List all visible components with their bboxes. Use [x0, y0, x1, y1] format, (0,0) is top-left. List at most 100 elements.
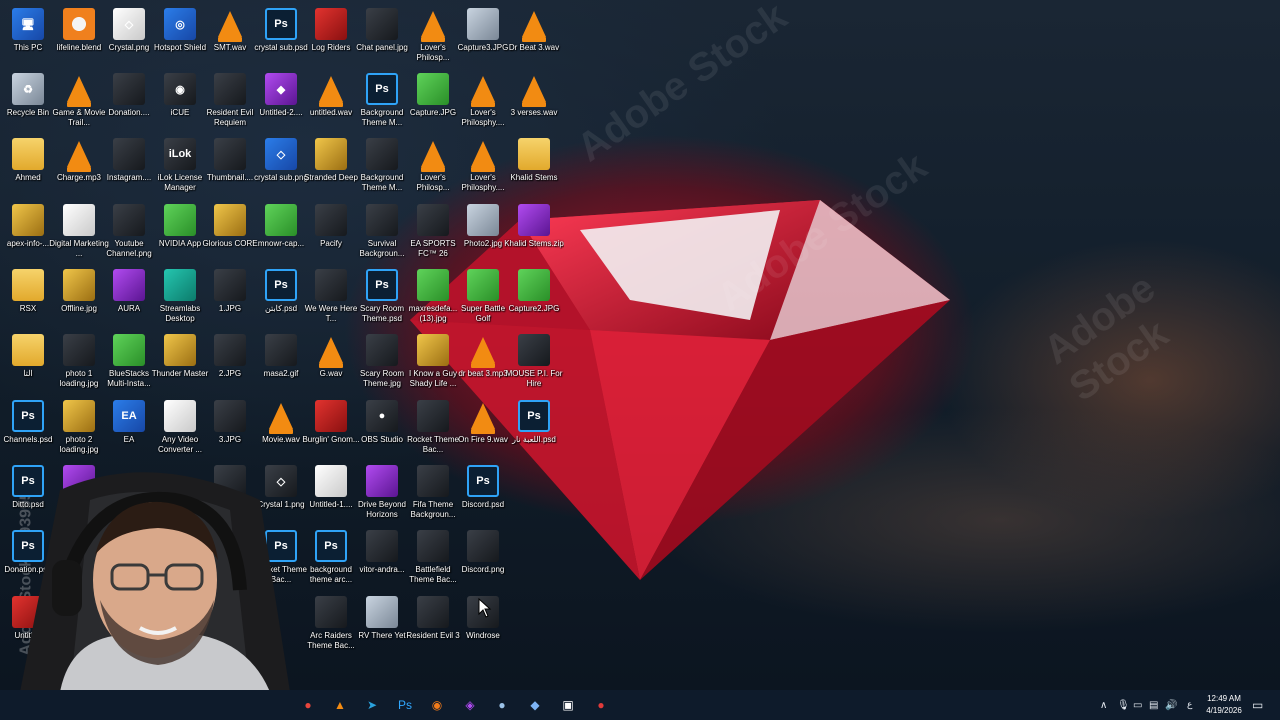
desktop-icon[interactable]: Rocket Theme Bac... [405, 396, 461, 460]
desktop-icon[interactable]: Dr Beat 3.wav [506, 4, 562, 68]
desktop-icon[interactable]: Thumbnail.... [202, 134, 258, 198]
desktop-icon[interactable]: NVIDIA App [152, 200, 208, 264]
desktop-icon[interactable]: 🖥 This PC [0, 4, 56, 68]
desktop-icon[interactable]: 3 verses.wav [506, 69, 562, 133]
usb-icon[interactable]: ▭ [1133, 690, 1142, 720]
desktop-icon[interactable]: apex-info-... [0, 200, 56, 264]
desktop-icon[interactable]: G.wav [303, 330, 359, 394]
desktop-icon[interactable]: Background Theme M... [354, 134, 410, 198]
desktop-icon[interactable]: Ahmed [0, 134, 56, 198]
desktop-icon[interactable]: ◆ Untitled-2.... [253, 69, 309, 133]
desktop-icon[interactable]: Lover's Philosphy.... [455, 69, 511, 133]
desktop-icon[interactable]: MOUSE P.I. For Hire [506, 330, 562, 394]
desktop-icon[interactable]: SMT.wav [202, 4, 258, 68]
desktop-icon[interactable]: Streamlabs Desktop [152, 265, 208, 329]
desktop-icon[interactable]: Khalid Stems [506, 134, 562, 198]
volume-icon[interactable]: 🔊 [1165, 690, 1177, 720]
desktop-icon[interactable]: Glorious CORE [202, 200, 258, 264]
desktop-icon[interactable]: 1.JPG [202, 265, 258, 329]
desktop-icon[interactable]: Lover's Philosp... [405, 4, 461, 68]
desktop-icon[interactable]: untitled.wav [303, 69, 359, 133]
desktop-icon[interactable]: Burglin' Gnom... [302, 396, 360, 460]
desktop-icon[interactable]: ♻ Recycle Bin [0, 69, 56, 133]
tray-overflow-chevron-icon[interactable]: ∧ [1100, 690, 1107, 720]
desktop-icon[interactable]: vitor-andra... [354, 526, 410, 590]
microphone-icon[interactable]: 🎙 [1117, 690, 1130, 720]
desktop-icon[interactable]: ● OBS Studio [354, 396, 410, 460]
desktop-icon[interactable]: التا [0, 330, 56, 394]
desktop-icon[interactable]: iLok iLok License Manager [152, 134, 208, 198]
desktop-icon[interactable]: AURA [101, 265, 157, 329]
desktop-icon[interactable]: Photo2.jpg [455, 200, 511, 264]
desktop-icon[interactable]: 3.JPG [202, 396, 258, 460]
desktop-icon[interactable]: Capture3.JPG [455, 4, 511, 68]
desktop-icon[interactable]: Chat panel.jpg [354, 4, 410, 68]
desktop-icon[interactable]: Ps crystal sub.psd [253, 4, 309, 68]
desktop-icon[interactable]: Battlefield Theme Bac... [405, 526, 461, 590]
desktop-icon[interactable]: Ps Background Theme M... [354, 69, 410, 133]
desktop-icon[interactable]: Donation.... [101, 69, 157, 133]
desktop-icon[interactable]: Super Battle Golf [455, 265, 511, 329]
desktop-icon[interactable]: Scary Room Theme.jpg [354, 330, 410, 394]
desktop-icon[interactable]: lifeline.blend [51, 4, 107, 68]
desktop-icon[interactable]: 2.JPG [202, 330, 258, 394]
photoshop-icon[interactable]: Ps [392, 694, 418, 716]
messenger-icon[interactable]: ◈ [457, 694, 483, 716]
desktop-icon[interactable]: On Fire 9.wav [455, 396, 511, 460]
desktop-icon[interactable]: Youtube Channel.png [101, 200, 157, 264]
desktop-icon[interactable]: Capture2.JPG [506, 265, 562, 329]
input-language[interactable]: ع [1187, 690, 1192, 720]
desktop-icon[interactable]: Survival Backgroun... [354, 200, 410, 264]
desktop-icon[interactable]: Discord.png [455, 526, 511, 590]
desktop-icon[interactable]: ◇ crystal sub.png [253, 134, 309, 198]
telegram-icon[interactable]: ➤ [359, 694, 385, 716]
chrome-icon[interactable]: ● [295, 694, 321, 716]
battlenet-icon[interactable]: ◆ [522, 694, 548, 716]
desktop-icon[interactable]: Resident Evil 3 [405, 592, 461, 656]
desktop-icon[interactable]: Ps Scary Room Theme.psd [354, 265, 410, 329]
desktop-icon[interactable]: Khalid Stems.zip [504, 200, 564, 264]
desktop-icon[interactable]: Thunder Master [152, 330, 208, 394]
desktop-icon[interactable]: Pacify [303, 200, 359, 264]
desktop-icon[interactable]: BlueStacks Multi-Insta... [101, 330, 157, 394]
desktop-icon[interactable]: Instagram.... [101, 134, 157, 198]
desktop-icon[interactable]: Charge.mp3 [51, 134, 107, 198]
desktop-icon[interactable]: EA SPORTS FC™ 26 [405, 200, 461, 264]
desktop-icon[interactable]: mnowr-cap... [253, 200, 309, 264]
desktop-icon[interactable]: Arc Raiders Theme Bac... [303, 592, 359, 656]
desktop-icon[interactable]: We Were Here T... [303, 265, 359, 329]
desktop-icon[interactable]: Ps اللعبة نار.psd [506, 396, 562, 460]
desktop-icon[interactable]: ◇ Crystal.png [101, 4, 157, 68]
desktop-icon[interactable]: Ps Discord.psd [455, 461, 511, 525]
desktop-icon[interactable]: Game & Movie Trail... [51, 69, 107, 133]
notification-icon[interactable]: ▭ [1252, 690, 1263, 720]
desktop-icon[interactable]: Log Riders [303, 4, 359, 68]
desktop-icon[interactable]: RV There Yet [354, 592, 410, 656]
desktop-icon[interactable]: Lover's Philosphy.... [455, 134, 511, 198]
desktop-icon[interactable]: Resident Evil Requiem [202, 69, 258, 133]
capcut-icon[interactable]: ▣ [555, 694, 581, 716]
desktop-icon[interactable]: Ps background theme arc... [303, 526, 359, 590]
desktop-icon[interactable]: masa2.gif [253, 330, 309, 394]
desktop-icon[interactable]: Stranded Deep [303, 134, 359, 198]
clock[interactable]: 12:49 AM 4/19/2026 [1200, 693, 1248, 717]
desktop-icon[interactable]: Movie.wav [253, 396, 309, 460]
desktop-icon[interactable]: I Know a Guy Shady Life ... [405, 330, 461, 394]
firefox-icon[interactable]: ◉ [424, 694, 450, 716]
desktop-icon[interactable]: Drive Beyond Horizons [354, 461, 410, 525]
desktop-icon[interactable]: ◎ Hotspot Shield [152, 4, 208, 68]
desktop-icon[interactable]: dr beat 3.mp3 [455, 330, 511, 394]
vlc-icon[interactable]: ▲ [327, 694, 353, 716]
desktop-icon[interactable]: photo 2 loading.jpg [51, 396, 107, 460]
obs-icon[interactable]: ● [588, 694, 614, 716]
network-icon[interactable]: ▤ [1149, 690, 1158, 720]
desktop-icon[interactable]: Offline.jpg [51, 265, 107, 329]
desktop-icon[interactable]: Fifa Theme Backgroun... [405, 461, 461, 525]
desktop-icon[interactable]: Any Video Converter ... [152, 396, 208, 460]
steam-icon[interactable]: ● [489, 694, 515, 716]
desktop-icon[interactable]: EA EA [101, 396, 157, 460]
desktop-icon[interactable]: Ps Channels.psd [0, 396, 56, 460]
desktop-icon[interactable]: Untitled-1.... [303, 461, 359, 525]
file-icon [518, 204, 550, 236]
desktop-icon[interactable]: RSX [0, 265, 56, 329]
